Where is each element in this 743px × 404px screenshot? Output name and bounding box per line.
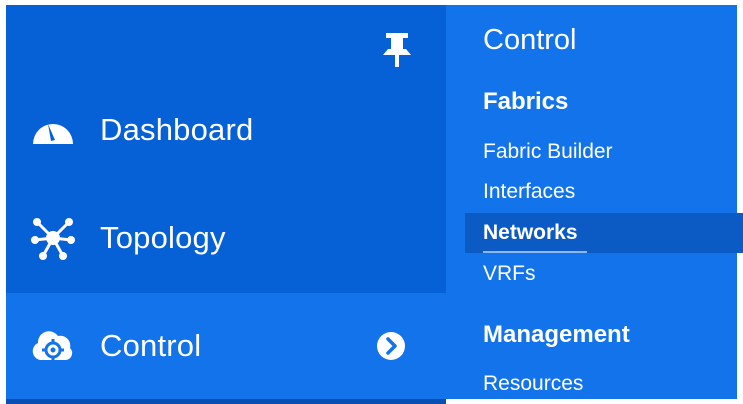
group-heading-management: Management [483,321,630,348]
control-cloud-gear-icon [28,321,78,371]
sidebar-item-topology[interactable]: Topology [6,185,446,291]
menu-item-label: Resources [483,372,584,395]
menu-item-label: VRFs [483,262,536,285]
sidebar-item-dashboard[interactable]: Dashboard [6,77,446,183]
sidebar-bottom-edge [6,399,446,404]
sidebar-item-label: Dashboard [100,112,254,147]
menu-item-label: Fabric Builder [483,140,613,163]
menu-item-resources[interactable]: Resources [465,364,743,404]
topology-network-icon [28,213,78,263]
menu-item-label: Networks [483,221,578,244]
group-heading-fabrics: Fabrics [483,88,569,115]
sidebar-item-control[interactable]: Control [6,293,446,399]
selected-underline [483,251,587,253]
menu-item-fabric-builder[interactable]: Fabric Builder [465,132,743,172]
pin-button[interactable] [380,31,414,71]
sidebar-item-label: Control [100,328,202,363]
dashboard-gauge-icon [28,105,78,155]
menu-item-networks[interactable]: Networks [465,213,743,253]
menu-item-label: Interfaces [483,180,576,203]
chevron-right-circle-icon[interactable] [376,331,406,361]
pin-icon [383,33,411,67]
flyout-title: Control [483,24,577,56]
menu-item-vrfs[interactable]: VRFs [465,254,743,294]
menu-item-interfaces[interactable]: Interfaces [465,172,743,212]
sidebar-item-label: Topology [100,220,226,255]
